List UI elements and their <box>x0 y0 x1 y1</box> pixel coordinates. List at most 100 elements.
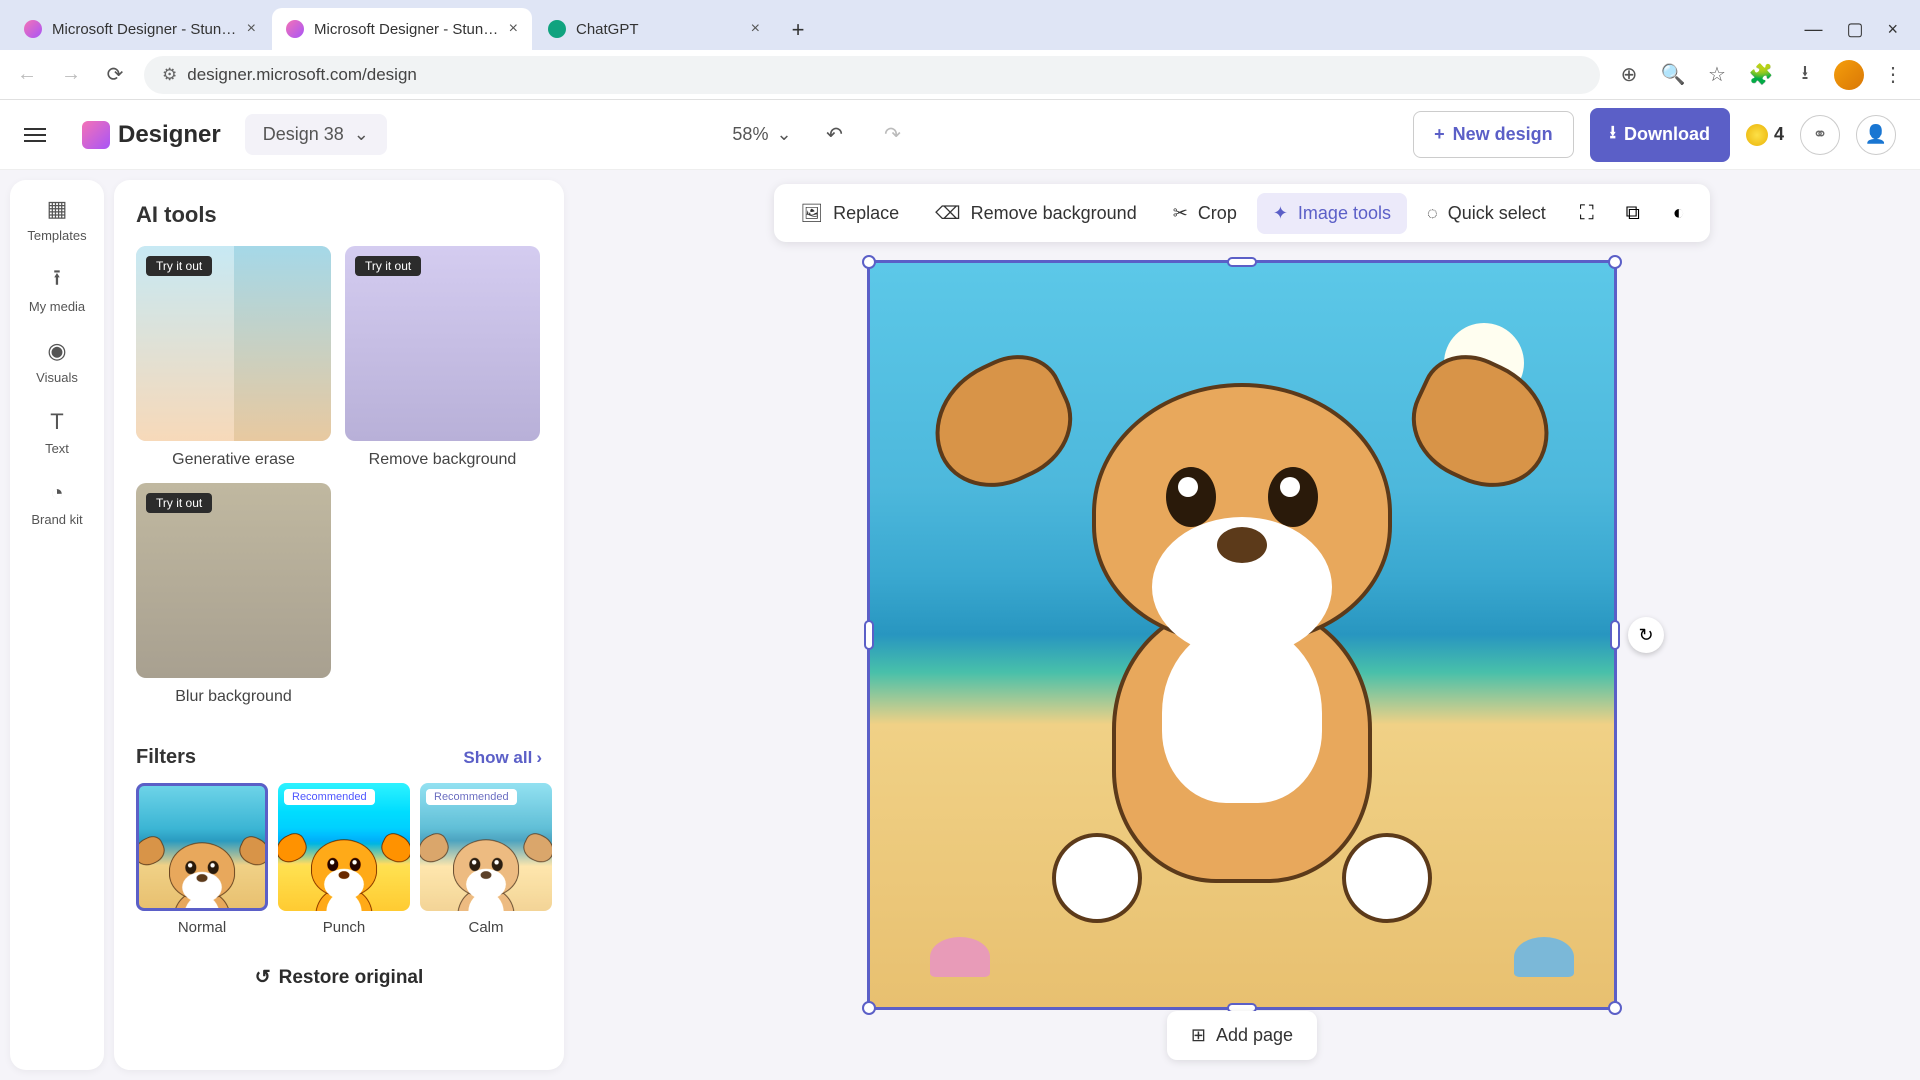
chatgpt-favicon <box>548 20 566 38</box>
new-tab-button[interactable]: + <box>782 14 814 46</box>
design-name: Design 38 <box>263 124 344 145</box>
undo-icon[interactable]: ↶ <box>820 120 850 150</box>
image-tools-button[interactable]: ✦Image tools <box>1257 193 1407 234</box>
upload-icon: ⭱ <box>44 267 70 293</box>
rotate-handle[interactable]: ↻ <box>1628 617 1664 653</box>
forward-icon[interactable]: → <box>56 60 86 90</box>
ctx-label: Replace <box>833 203 899 224</box>
resize-handle[interactable] <box>1608 1001 1622 1015</box>
maximize-icon[interactable]: ▢ <box>1846 19 1863 40</box>
plus-box-icon: ⊞ <box>1191 1025 1206 1046</box>
reload-icon[interactable]: ⟳ <box>100 60 130 90</box>
filter-label: Normal <box>136 919 268 936</box>
ctx-label: Quick select <box>1448 203 1546 224</box>
rail-templates[interactable]: ▦Templates <box>27 196 86 243</box>
templates-icon: ▦ <box>44 196 70 222</box>
close-tab-icon[interactable]: × <box>509 20 518 38</box>
new-design-button[interactable]: + New design <box>1413 111 1574 158</box>
ai-card-generative-erase[interactable]: Try it out Generative erase <box>136 246 331 469</box>
browser-tab[interactable]: ChatGPT × <box>534 8 774 50</box>
resize-handle[interactable] <box>1610 620 1620 650</box>
filter-normal[interactable]: Normal <box>136 783 268 936</box>
design-name-dropdown[interactable]: Design 38 ⌄ <box>245 114 387 155</box>
coin-icon <box>1746 124 1768 146</box>
ctx-label: Crop <box>1198 203 1237 224</box>
chrome-menu-icon[interactable]: ⋮ <box>1878 60 1908 90</box>
browser-titlebar: Microsoft Designer - Stunning × Microsof… <box>0 0 1920 50</box>
designer-logo-icon <box>82 121 110 149</box>
resize-handle[interactable] <box>1227 257 1257 267</box>
rail-visuals[interactable]: ◉Visuals <box>36 338 78 385</box>
filter-label: Punch <box>278 919 410 936</box>
add-page-button[interactable]: ⊞ Add page <box>1167 1011 1317 1060</box>
credits-indicator[interactable]: 4 <box>1746 124 1784 146</box>
ai-card-blur-background[interactable]: Try it out Blur background <box>136 483 331 706</box>
rail-my-media[interactable]: ⭱My media <box>29 267 85 314</box>
show-all-filters[interactable]: Show all› <box>463 748 542 768</box>
ctx-label: Remove background <box>971 203 1137 224</box>
install-app-icon[interactable]: ⊕ <box>1614 60 1644 90</box>
remove-background-button[interactable]: ⌫Remove background <box>919 193 1153 234</box>
app-header: Designer Design 38 ⌄ 58% ⌄ ↶ ↷ + New des… <box>0 100 1920 170</box>
account-icon[interactable]: 👤 <box>1856 115 1896 155</box>
bookmark-icon[interactable]: ☆ <box>1702 60 1732 90</box>
chevron-down-icon: ⌄ <box>776 124 791 145</box>
ai-card-label: Generative erase <box>136 451 331 469</box>
show-all-label: Show all <box>463 748 532 768</box>
site-info-icon[interactable]: ⚙ <box>162 65 177 85</box>
close-window-icon[interactable]: × <box>1887 19 1898 40</box>
close-tab-icon[interactable]: × <box>247 20 256 38</box>
resize-handle[interactable] <box>862 255 876 269</box>
zoom-indicator-icon[interactable]: 🔍 <box>1658 60 1688 90</box>
restore-icon: ↺ <box>255 966 271 989</box>
sparkle-icon: ✦ <box>1273 203 1288 224</box>
resize-handle[interactable] <box>864 620 874 650</box>
rail-brand-kit[interactable]: ◔Brand kit <box>31 480 82 527</box>
url-input[interactable]: ⚙ designer.microsoft.com/design <box>144 56 1600 94</box>
crop-button[interactable]: ✂Crop <box>1157 193 1253 234</box>
ai-card-remove-background[interactable]: Try it out Remove background <box>345 246 540 469</box>
download-label: Download <box>1624 124 1710 145</box>
select-icon: ◌ <box>1427 203 1438 224</box>
recommended-badge: Recommended <box>284 789 375 805</box>
downloads-icon[interactable]: ⭳ <box>1790 60 1820 90</box>
position-icon[interactable]: ⛶ <box>1566 192 1608 234</box>
ai-tools-title: AI tools <box>136 202 542 228</box>
credits-count: 4 <box>1774 124 1784 145</box>
minimize-icon[interactable]: — <box>1804 19 1822 40</box>
share-icon[interactable]: ⚭ <box>1800 115 1840 155</box>
image-icon: 🖼 <box>800 203 823 224</box>
opacity-icon[interactable]: ◐ <box>1658 192 1700 234</box>
filter-calm[interactable]: Recommended Calm <box>420 783 552 936</box>
selected-image[interactable]: ↻ <box>867 260 1617 1010</box>
close-tab-icon[interactable]: × <box>751 20 760 38</box>
filter-label: Calm <box>420 919 552 936</box>
extensions-icon[interactable]: 🧩 <box>1746 60 1776 90</box>
replace-button[interactable]: 🖼 Replace <box>784 193 915 234</box>
side-panel: AI tools Try it out Generative erase Try… <box>114 180 564 1070</box>
resize-handle[interactable] <box>862 1001 876 1015</box>
browser-tab[interactable]: Microsoft Designer - Stunning × <box>10 8 270 50</box>
filter-punch[interactable]: Recommended Punch <box>278 783 410 936</box>
rail-label: Brand kit <box>31 512 82 527</box>
back-icon[interactable]: ← <box>12 60 42 90</box>
tab-title: Microsoft Designer - Stunning <box>314 21 501 38</box>
resize-handle[interactable] <box>1608 255 1622 269</box>
restore-original[interactable]: ↺ Restore original <box>136 966 542 989</box>
download-button[interactable]: ⭳ Download <box>1590 108 1730 162</box>
browser-tab-active[interactable]: Microsoft Designer - Stunning × <box>272 8 532 50</box>
layers-icon[interactable]: ⧉ <box>1612 192 1654 234</box>
designer-favicon <box>286 20 304 38</box>
designer-logo[interactable]: Designer <box>82 121 221 149</box>
hamburger-menu[interactable] <box>24 115 64 155</box>
filters-title: Filters <box>136 746 196 769</box>
text-icon: T <box>44 409 70 435</box>
quick-select-button[interactable]: ◌ Quick select <box>1411 193 1562 234</box>
zoom-dropdown[interactable]: 58% ⌄ <box>732 124 791 145</box>
new-design-label: New design <box>1453 124 1553 145</box>
rail-text[interactable]: TText <box>44 409 70 456</box>
tab-title: ChatGPT <box>576 21 743 38</box>
redo-icon[interactable]: ↷ <box>878 120 908 150</box>
canvas-area: 🖼 Replace ⌫Remove background ✂Crop ✦Image… <box>564 170 1920 1080</box>
profile-avatar[interactable] <box>1834 60 1864 90</box>
